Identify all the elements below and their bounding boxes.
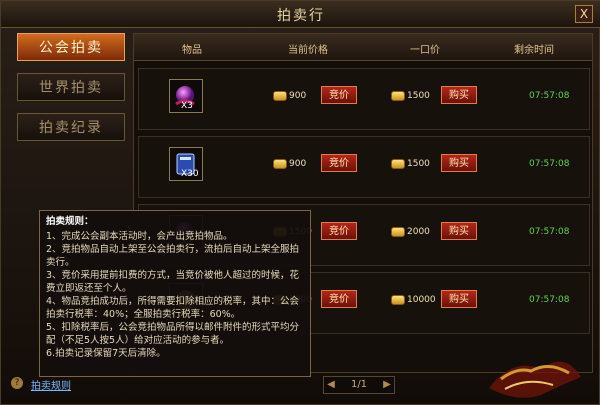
buyout-price: 10000 [407, 295, 436, 305]
tab-world-auction[interactable]: 世界拍卖 [17, 73, 125, 101]
bid-button[interactable]: 竞价 [321, 154, 357, 172]
item-quantity: X30 [181, 169, 199, 179]
buy-button[interactable]: 购买 [441, 86, 477, 104]
auction-rules-link[interactable]: 拍卖规则 [31, 377, 71, 392]
gold-coin-icon [391, 91, 405, 101]
time-left: 07:57:08 [529, 159, 570, 169]
table-header: 物品 当前价格 一口价 剩余时间 [134, 34, 592, 61]
bid-button[interactable]: 竞价 [321, 86, 357, 104]
pagination: ◀ 1/1 ▶ [323, 376, 395, 394]
auction-sidebar: 公会拍卖 世界拍卖 拍卖纪录 [13, 33, 129, 151]
header-buyout: 一口价 [410, 45, 440, 56]
tooltip-line: 5、扣除税率后，公会竞拍物品所得以邮件附件的形式平均分配（不足5人按5人）给对应… [46, 322, 300, 346]
time-left: 07:57:08 [529, 295, 570, 305]
buyout-price: 2000 [407, 227, 430, 237]
next-page-icon[interactable]: ▶ [380, 377, 394, 393]
auction-rules-tooltip: 拍卖规则： 1、完成公会副本活动时，会产出竞拍物品。 2、竞拍物品自动上架至公会… [39, 210, 311, 377]
close-button[interactable]: X [575, 5, 593, 23]
current-price: 900 [289, 159, 307, 169]
header-time-left: 剩余时间 [514, 45, 554, 56]
table-row[interactable]: X3 900 竞价 1500 购买 07:57:08 [138, 68, 590, 130]
bid-button[interactable]: 竞价 [321, 290, 357, 308]
buy-button[interactable]: 购买 [441, 222, 477, 240]
auction-window: 拍卖行 X 公会拍卖 世界拍卖 拍卖纪录 物品 当前价格 一口价 剩余时间 X3… [0, 0, 600, 405]
tooltip-line: 4、物品竞拍成功后，所得需要扣除相应的税率，其中：公会拍卖行税率：40%；全服拍… [46, 296, 300, 320]
bid-button[interactable]: 竞价 [321, 222, 357, 240]
title-bar: 拍卖行 X [1, 1, 600, 28]
tooltip-title: 拍卖规则： [46, 216, 94, 227]
time-left: 07:57:08 [529, 227, 570, 237]
table-row[interactable]: X30 900 竞价 1500 购买 07:57:08 [138, 136, 590, 198]
window-title: 拍卖行 [277, 8, 325, 24]
gold-coin-icon [273, 91, 287, 101]
tooltip-line: 2、竞拍物品自动上架至公会拍卖行，流拍后自动上架全服拍卖行。 [46, 244, 300, 268]
gold-coin-icon [391, 295, 405, 305]
item-quantity: X3 [181, 101, 193, 111]
header-current-price: 当前价格 [288, 45, 328, 56]
current-price: 900 [289, 91, 307, 101]
help-icon[interactable]: ? [11, 377, 23, 389]
buyout-price: 1500 [407, 159, 430, 169]
gold-coin-icon [391, 159, 405, 169]
tooltip-line: 1、完成公会副本活动时，会产出竞拍物品。 [46, 231, 233, 242]
tooltip-line: 6.拍卖记录保留7天后清除。 [46, 348, 166, 359]
time-left: 07:57:08 [529, 91, 570, 101]
game-logo-icon [489, 361, 581, 398]
buy-button[interactable]: 购买 [441, 290, 477, 308]
buyout-price: 1500 [407, 91, 430, 101]
header-item: 物品 [182, 45, 202, 56]
gold-coin-icon [273, 159, 287, 169]
tab-auction-records[interactable]: 拍卖纪录 [17, 113, 125, 141]
tooltip-line: 3、竞价采用提前扣费的方式，当竞价被他人超过的时候，花费立即返还至个人。 [46, 270, 300, 294]
buy-button[interactable]: 购买 [441, 154, 477, 172]
tab-guild-auction[interactable]: 公会拍卖 [17, 33, 125, 61]
gold-coin-icon [391, 227, 405, 237]
